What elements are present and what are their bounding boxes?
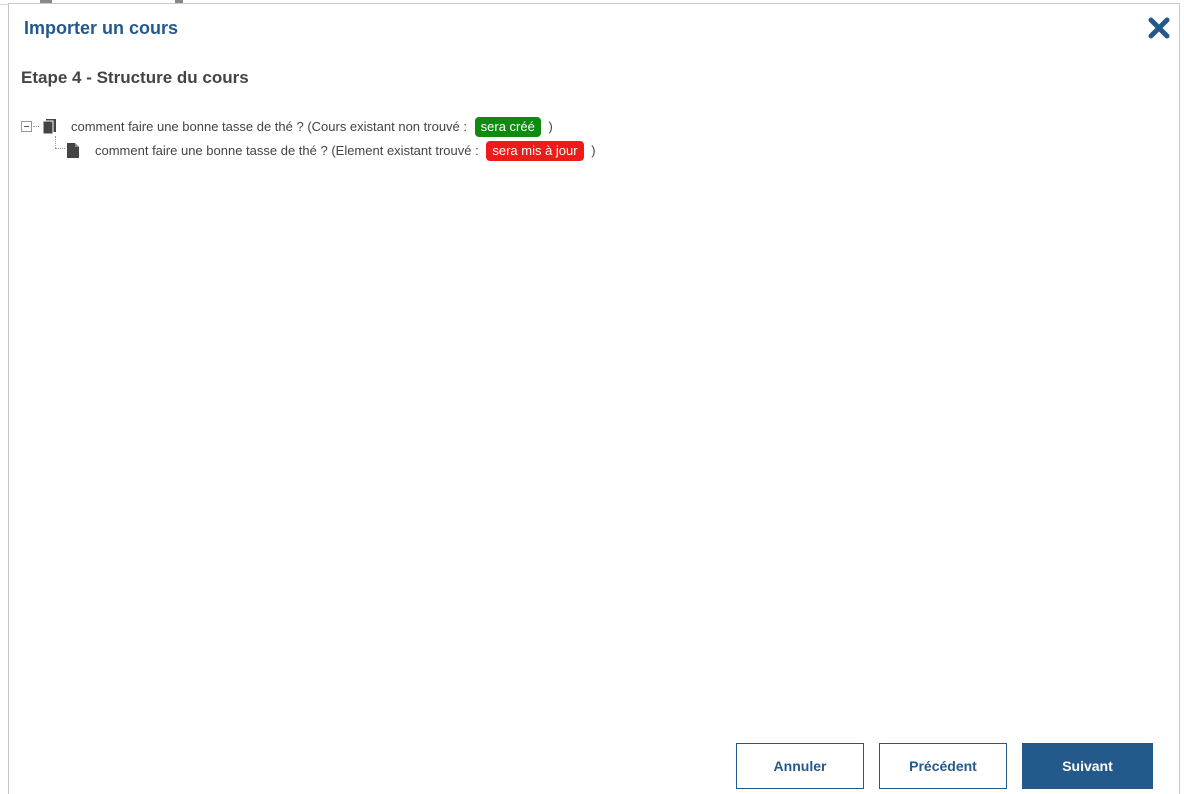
dialog-header: Importer un cours <box>9 4 1179 52</box>
tree-node-label: comment faire une bonne tasse de thé ? (… <box>95 140 596 162</box>
element-status-text: comment faire une bonne tasse de thé ? (… <box>95 143 479 158</box>
next-button[interactable]: Suivant <box>1022 743 1153 789</box>
close-icon[interactable] <box>1145 14 1173 42</box>
status-badge-updated: sera mis à jour <box>486 141 584 161</box>
cancel-button[interactable]: Annuler <box>736 743 864 789</box>
document-icon <box>67 143 79 165</box>
import-course-dialog: Importer un cours Etape 4 - Structure du… <box>8 3 1180 794</box>
tree-connector <box>55 136 56 148</box>
collapse-toggle-icon[interactable] <box>21 121 32 132</box>
step-title: Etape 4 - Structure du cours <box>21 68 249 87</box>
tree-node-label: comment faire une bonne tasse de thé ? (… <box>71 116 553 138</box>
status-badge-created: sera créé <box>474 117 541 137</box>
course-status-text: comment faire une bonne tasse de thé ? (… <box>71 119 468 134</box>
tree-connector <box>55 148 65 149</box>
closing-paren: ) <box>591 143 596 158</box>
closing-paren: ) <box>548 119 553 134</box>
dialog-title: Importer un cours <box>24 18 179 38</box>
previous-button[interactable]: Précédent <box>879 743 1007 789</box>
tree-connector <box>33 126 39 127</box>
